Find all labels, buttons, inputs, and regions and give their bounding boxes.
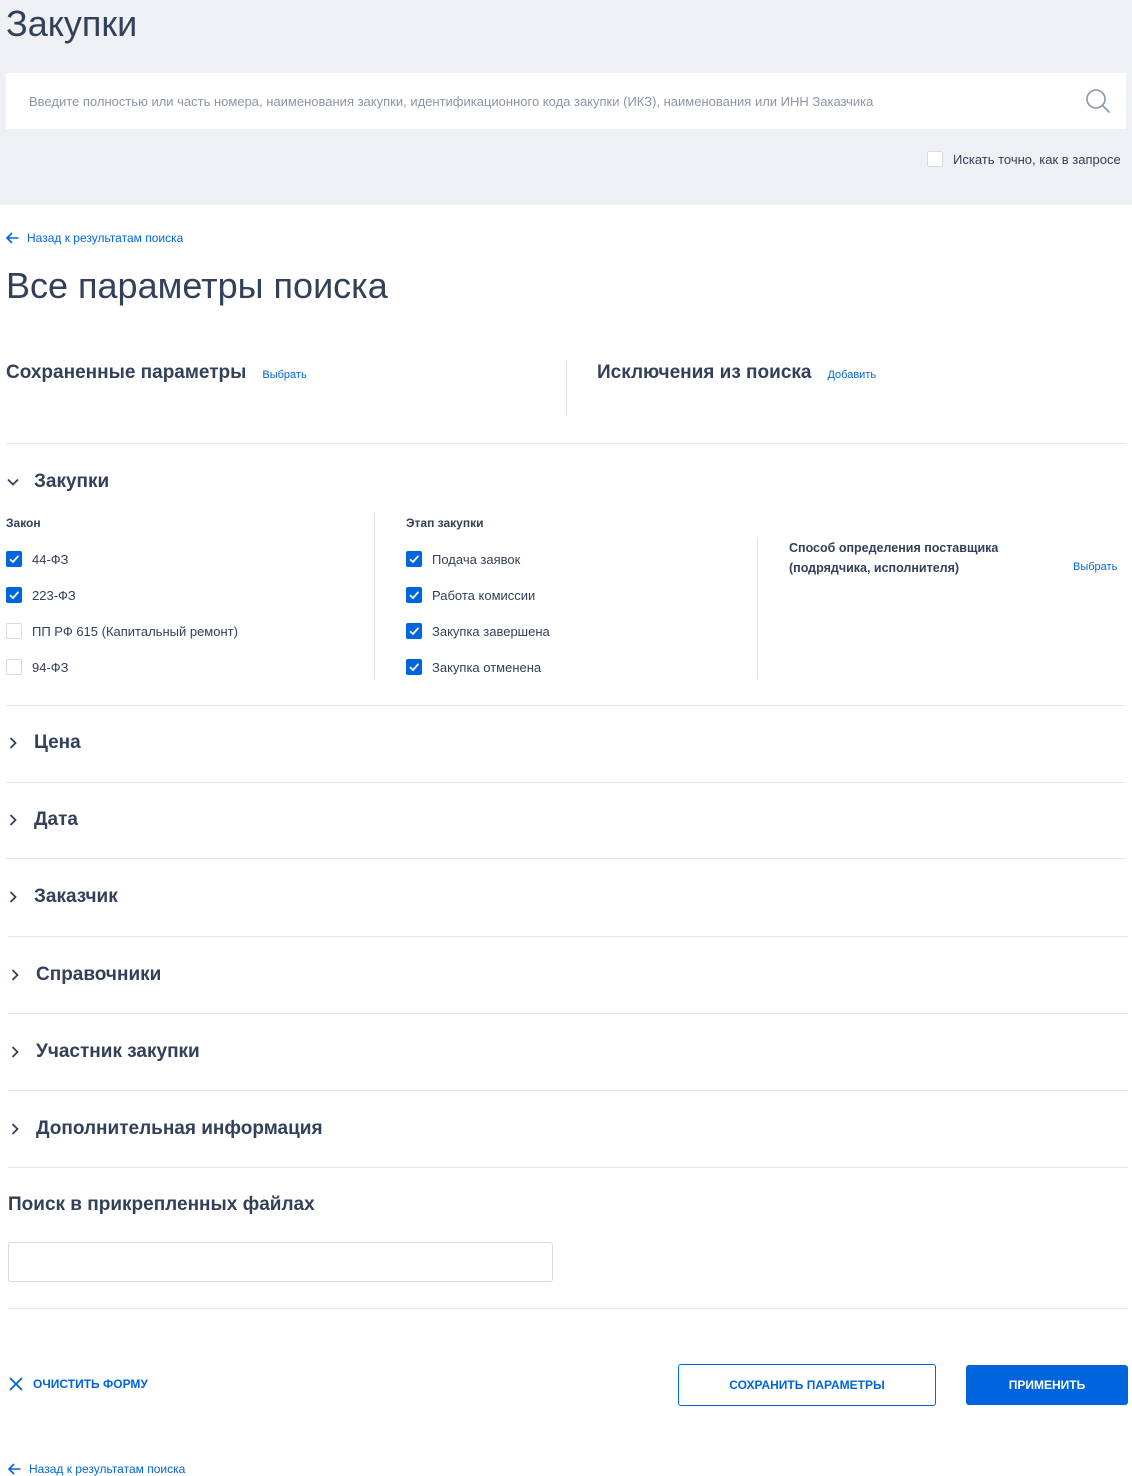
exclusions-title: Исключения из поиска [597, 362, 812, 383]
section-label: Участник закупки [36, 1041, 200, 1062]
back-link-label: Назад к результатам поиска [29, 1462, 186, 1476]
divider [6, 858, 1126, 859]
checkbox[interactable] [6, 587, 22, 603]
divider [8, 1308, 1128, 1309]
divider [6, 782, 1126, 783]
apply-button[interactable]: ПРИМЕНИТЬ [966, 1365, 1128, 1405]
stage-option[interactable]: Подача заявок [406, 551, 520, 567]
stage-column-title: Этап закупки [406, 516, 484, 530]
chevron-right-icon [9, 891, 17, 903]
stage-option[interactable]: Закупка завершена [406, 623, 550, 639]
section-label: Справочники [36, 964, 162, 985]
stage-option-label: Закупка отменена [432, 659, 542, 675]
section-price-toggle[interactable]: Цена [6, 732, 81, 754]
law-option-label: 223-ФЗ [32, 587, 76, 603]
search-icon[interactable] [1084, 87, 1112, 115]
checkbox[interactable] [406, 623, 422, 639]
files-search-input[interactable] [8, 1242, 553, 1282]
section-directories-toggle[interactable]: Справочники [8, 964, 161, 986]
exclusions-block: Исключения из поиска Добавить [597, 362, 876, 384]
section-purchases-toggle[interactable]: Закупки [6, 471, 109, 493]
search-box [6, 73, 1126, 129]
chevron-right-icon [9, 737, 17, 749]
section-label: Цена [34, 732, 81, 753]
chevron-right-icon [11, 1123, 19, 1135]
saved-params-title: Сохраненные параметры [6, 362, 247, 383]
divider [8, 1167, 1128, 1168]
check-icon [409, 627, 420, 636]
checkbox[interactable] [406, 551, 422, 567]
section-label: Заказчик [34, 886, 118, 907]
law-option-label: ПП РФ 615 (Капитальный ремонт) [32, 623, 238, 639]
arrow-left-icon [8, 1463, 21, 1475]
law-option[interactable]: ПП РФ 615 (Капитальный ремонт) [6, 623, 238, 639]
chevron-right-icon [11, 969, 19, 981]
back-link-label: Назад к результатам поиска [27, 231, 184, 245]
divider [6, 443, 1126, 444]
divider [8, 1013, 1128, 1014]
checkbox[interactable] [6, 551, 22, 567]
clear-form-button[interactable]: ОЧИСТИТЬ ФОРМУ [8, 1376, 148, 1392]
divider [566, 360, 567, 416]
section-purchases-label: Закупки [34, 471, 110, 492]
close-icon [9, 1377, 23, 1391]
check-icon [409, 663, 420, 672]
stage-option[interactable]: Закупка отменена [406, 659, 541, 675]
stage-option[interactable]: Работа комиссии [406, 587, 535, 603]
exclusions-add-link[interactable]: Добавить [827, 369, 876, 381]
page-title: Закупки [6, 3, 138, 44]
section-additional-info-toggle[interactable]: Дополнительная информация [8, 1118, 323, 1140]
back-to-results-link[interactable]: Назад к результатам поиска [8, 1462, 185, 1476]
save-params-button[interactable]: СОХРАНИТЬ ПАРАМЕТРЫ [678, 1364, 936, 1406]
checkbox[interactable] [6, 659, 22, 675]
stage-option-label: Подача заявок [432, 551, 521, 567]
checkbox[interactable] [6, 623, 22, 639]
check-icon [409, 555, 420, 564]
search-input[interactable] [6, 73, 1066, 129]
checkbox[interactable] [406, 587, 422, 603]
files-search-title: Поиск в прикрепленных файлах [8, 1194, 315, 1215]
section-date-toggle[interactable]: Дата [6, 809, 78, 831]
divider [6, 705, 1126, 706]
check-icon [9, 591, 20, 600]
stage-option-label: Работа комиссии [432, 587, 536, 603]
exact-search-checkbox[interactable] [927, 151, 943, 167]
checkbox[interactable] [406, 659, 422, 675]
law-option[interactable]: 44-ФЗ [6, 551, 69, 567]
supplier-method-select-link[interactable]: Выбрать [1073, 561, 1117, 573]
law-column-title: Закон [6, 516, 41, 530]
chevron-right-icon [9, 814, 17, 826]
law-option-label: 44-ФЗ [32, 551, 69, 567]
divider [757, 538, 758, 679]
back-to-results-link[interactable]: Назад к результатам поиска [6, 231, 183, 245]
main-title: Все параметры поиска [6, 265, 388, 306]
supplier-method-title: Способ определения поставщика (подрядчик… [789, 541, 999, 575]
chevron-right-icon [11, 1046, 19, 1058]
check-icon [9, 555, 20, 564]
section-label: Дата [34, 809, 78, 830]
exact-search-option[interactable]: Искать точно, как в запросе [927, 150, 1121, 168]
section-customer-toggle[interactable]: Заказчик [6, 886, 118, 908]
law-option[interactable]: 94-ФЗ [6, 659, 69, 675]
stage-option-label: Закупка завершена [432, 623, 550, 639]
divider [8, 1090, 1128, 1091]
saved-params-block: Сохраненные параметры Выбрать [6, 362, 307, 384]
exact-search-label: Искать точно, как в запросе [953, 151, 1121, 167]
section-label: Дополнительная информация [36, 1118, 323, 1139]
saved-params-select-link[interactable]: Выбрать [262, 369, 306, 381]
divider [374, 513, 375, 679]
section-participant-toggle[interactable]: Участник закупки [8, 1041, 200, 1063]
check-icon [409, 591, 420, 600]
page-header: Закупки Искать точно, как в запросе [0, 0, 1132, 205]
clear-form-label: ОЧИСТИТЬ ФОРМУ [33, 1377, 148, 1391]
arrow-left-icon [6, 232, 19, 244]
divider [8, 936, 1128, 937]
law-option-label: 94-ФЗ [32, 659, 69, 675]
law-option[interactable]: 223-ФЗ [6, 587, 76, 603]
chevron-down-icon [7, 478, 19, 486]
